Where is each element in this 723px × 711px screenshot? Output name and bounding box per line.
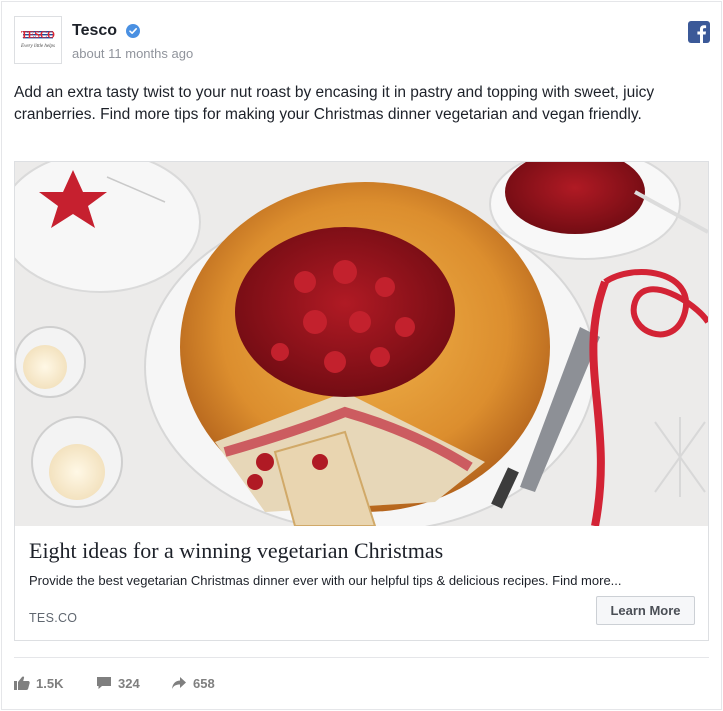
like-icon [14,676,30,690]
hero-image-nut-roast-pie[interactable] [15,162,708,526]
shares-count-item[interactable]: 658 [171,674,215,692]
learn-more-button[interactable]: Learn More [596,596,695,625]
post-text: Add an extra tasty twist to your nut roa… [14,84,655,123]
comments-count-item[interactable]: 324 [96,674,140,692]
post-header: TESCO Every little helps Tesco about 11 … [14,16,710,64]
share-icon [172,677,186,689]
comment-icon [97,677,111,689]
link-preview[interactable]: Eight ideas for a winning vegetarian Chr… [14,161,709,641]
post-timestamp[interactable]: about 11 months ago [72,46,193,61]
tesco-logo[interactable]: TESCO Every little helps [14,16,62,64]
shares-count: 658 [193,675,215,691]
likes-count: 1.5K [36,675,64,691]
svg-text:Every little helps: Every little helps [20,44,55,49]
comments-count: 324 [118,675,140,691]
link-title[interactable]: Eight ideas for a winning vegetarian Chr… [29,538,699,564]
divider [14,657,709,658]
link-description: Provide the best vegetarian Christmas di… [29,573,622,588]
verified-badge-icon [126,24,140,38]
likes-count-item[interactable]: 1.5K [14,674,63,692]
facebook-icon [688,21,710,43]
page-name[interactable]: Tesco [72,22,117,40]
link-domain: TES.CO [29,611,78,625]
svg-text:TESCO: TESCO [21,30,55,41]
